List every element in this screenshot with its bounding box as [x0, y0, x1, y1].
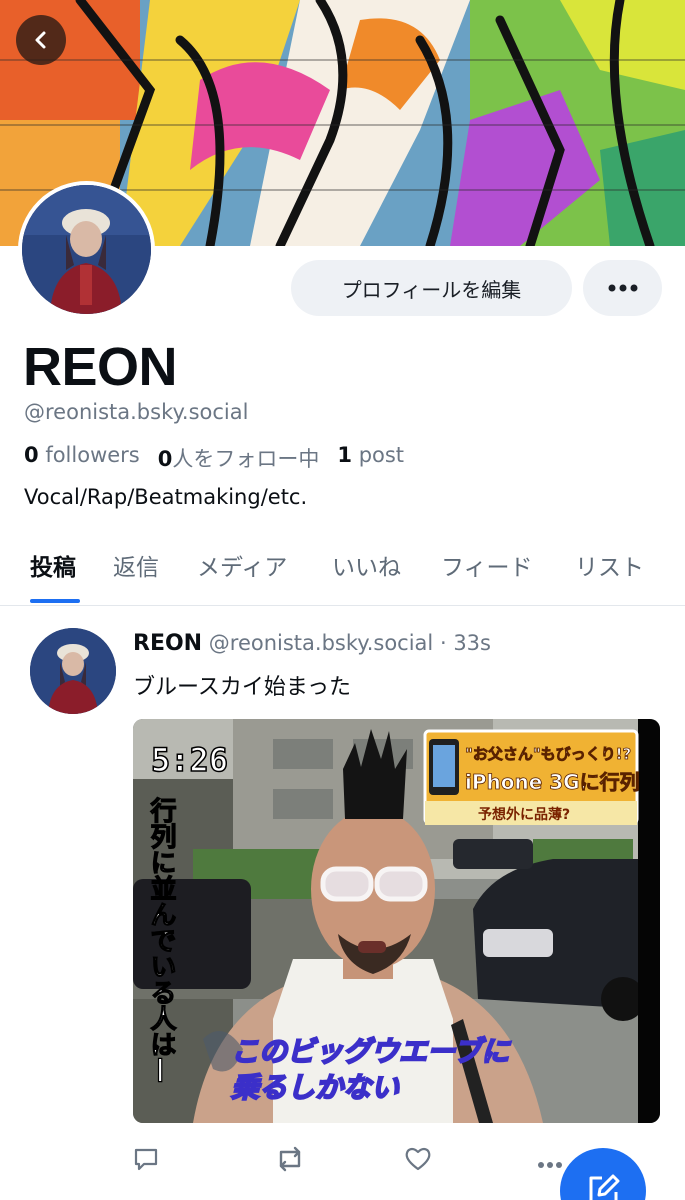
post-image-content: 5:26 "お父さん"もびっくり!? iPhone 3Gに行列 予想外に品薄? … — [133, 719, 660, 1123]
chevron-left-icon — [35, 31, 46, 49]
like-button[interactable] — [404, 1146, 432, 1176]
posts-label: post — [358, 443, 405, 467]
tab-lists[interactable]: リスト — [575, 548, 644, 582]
avatar-image — [30, 628, 116, 714]
repost-icon — [279, 1146, 301, 1172]
image-clock-text: 5:26 — [151, 741, 228, 779]
profile-avatar[interactable] — [18, 181, 155, 318]
posts-count: 1 — [337, 443, 352, 467]
image-banner-line3: 予想外に品薄? — [478, 806, 570, 823]
post-author-handle[interactable]: @reonista.bsky.social — [209, 631, 433, 655]
followers-label: followers — [45, 443, 140, 467]
image-subtitle-line1: このビッグウエーブに — [231, 1035, 511, 1068]
image-banner-line1: "お父さん"もびっくり!? — [465, 745, 631, 763]
profile-display-name: REON — [23, 337, 178, 397]
post-author-avatar[interactable] — [30, 628, 116, 714]
profile-handle: @reonista.bsky.social — [24, 400, 249, 424]
tab-feeds[interactable]: フィード — [441, 548, 533, 582]
following-label: 人をフォロー中 — [172, 447, 320, 471]
edit-profile-button[interactable]: プロフィールを編集 — [291, 260, 572, 316]
followers-count: 0 — [24, 443, 39, 467]
image-subtitle-line2: 乗るしかない — [231, 1071, 400, 1104]
profile-tabs: 投稿 返信 メディア いいね フィード リスト — [0, 548, 685, 606]
post-more-button[interactable] — [537, 1154, 563, 1173]
ellipsis-icon — [538, 1162, 562, 1168]
avatar-image — [22, 185, 151, 314]
following-count: 0 — [157, 447, 173, 471]
post-separator: · — [439, 631, 447, 655]
heart-icon — [405, 1147, 431, 1171]
ellipsis-icon — [608, 284, 637, 292]
post-author-name[interactable]: REON — [133, 631, 202, 656]
reply-button[interactable] — [133, 1146, 159, 1176]
followers-stat[interactable]: 0 followers — [24, 443, 140, 473]
tab-media[interactable]: メディア — [197, 548, 287, 582]
post-image[interactable]: 5:26 "お父さん"もびっくり!? iPhone 3Gに行列 予想外に品薄? … — [133, 719, 660, 1123]
image-vertical-caption: 行列に並んでいる人は— — [146, 796, 177, 1083]
profile-stats: 0 followers 0人をフォロー中 1 post — [24, 443, 404, 473]
post-text: ブルースカイ始まった — [133, 675, 352, 700]
tab-posts[interactable]: 投稿 — [30, 548, 76, 582]
post-timestamp: 33s — [453, 631, 491, 655]
active-tab-indicator — [30, 599, 80, 603]
repost-button[interactable] — [274, 1146, 306, 1176]
post-header: REON @reonista.bsky.social · 33s — [133, 631, 491, 656]
posts-stat: 1 post — [337, 443, 404, 473]
following-stat[interactable]: 0人をフォロー中 — [158, 443, 320, 473]
back-button[interactable] — [16, 15, 66, 65]
compose-icon — [589, 1174, 620, 1200]
profile-more-button[interactable] — [583, 260, 662, 316]
comment-icon — [134, 1148, 158, 1171]
tab-likes[interactable]: いいね — [332, 548, 401, 582]
profile-bio: Vocal/Rap/Beatmaking/etc. — [24, 485, 308, 509]
tab-replies[interactable]: 返信 — [113, 548, 159, 582]
image-banner-line2: iPhone 3Gに行列 — [465, 770, 640, 794]
